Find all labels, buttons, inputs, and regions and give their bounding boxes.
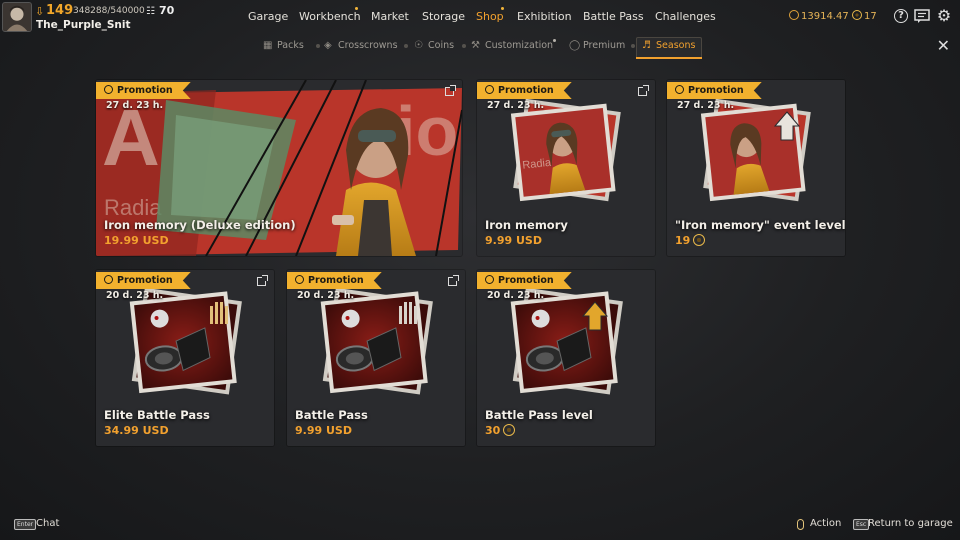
promotion-banner: Promotion xyxy=(477,82,572,99)
product-card-elite-battle-pass[interactable]: Promotion 20 d. 23 h. Elite Battle Pass … xyxy=(96,270,274,446)
coin-icon xyxy=(789,10,799,20)
premium-icon: ◯ xyxy=(569,40,581,51)
promotion-banner: Promotion xyxy=(96,82,191,99)
card-price: 34.99 USD xyxy=(104,424,169,437)
external-link-icon[interactable] xyxy=(638,85,649,96)
crosscrowns-icon: ◈ xyxy=(324,40,332,51)
tab-separator xyxy=(631,44,635,48)
help-icon[interactable]: ? xyxy=(894,9,908,23)
promotion-banner: Promotion xyxy=(667,82,762,99)
promotion-banner: Promotion xyxy=(287,272,382,289)
product-card-iron-memory-deluxe[interactable]: A io Radia Promotion 27 d. 23 h. Iron me… xyxy=(96,80,462,256)
nav-market[interactable]: Market xyxy=(371,10,409,23)
nav-garage[interactable]: Garage xyxy=(248,10,288,23)
card-price: 9.99 USD xyxy=(485,234,542,247)
nav-battle-pass[interactable]: Battle Pass xyxy=(583,10,644,23)
card-timer: 27 d. 23 h. xyxy=(106,100,164,111)
promotion-banner: Promotion xyxy=(477,272,572,289)
customization-icon: ⚒ xyxy=(471,40,480,51)
external-link-icon[interactable] xyxy=(445,85,456,96)
mouse-icon xyxy=(797,519,804,530)
stopwatch-icon xyxy=(104,275,113,284)
tab-coins[interactable]: ☉ Coins xyxy=(414,40,454,51)
card-timer: 27 d. 23 h. xyxy=(677,100,735,111)
prestige-icon: ☷ xyxy=(146,6,155,17)
nav-storage[interactable]: Storage xyxy=(422,10,465,23)
packs-icon: ▦ xyxy=(263,40,273,51)
return-to-garage-button[interactable]: Return to garage xyxy=(868,518,953,529)
svg-text:Radia: Radia xyxy=(104,195,162,220)
avatar[interactable] xyxy=(2,2,32,32)
tab-crosscrowns[interactable]: ◈ Crosscrowns xyxy=(324,40,398,51)
stopwatch-icon xyxy=(485,85,494,94)
tab-separator xyxy=(316,44,320,48)
nav-challenges[interactable]: Challenges xyxy=(655,10,716,23)
external-link-icon[interactable] xyxy=(257,275,268,286)
stopwatch-icon xyxy=(485,275,494,284)
card-title: Iron memory xyxy=(485,218,568,232)
chat-button[interactable]: Chat xyxy=(36,518,59,529)
card-price: 30 xyxy=(485,424,517,437)
tab-seasons[interactable]: ♬ Seasons xyxy=(642,40,695,51)
card-title: "Iron memory" event level xyxy=(675,218,845,232)
tab-premium[interactable]: ◯ Premium xyxy=(569,40,625,51)
badge-icon xyxy=(503,424,516,436)
nav-exhibition[interactable]: Exhibition xyxy=(517,10,572,23)
card-title: Battle Pass xyxy=(295,408,368,422)
nav-workbench-notify-dot xyxy=(355,7,358,10)
badge-icon xyxy=(852,10,862,20)
product-card-battle-pass-level[interactable]: Promotion 20 d. 23 h. Battle Pass level … xyxy=(477,270,655,446)
level-icon: ⇩ xyxy=(35,5,45,18)
stopwatch-icon xyxy=(295,275,304,284)
product-card-iron-memory-event-level[interactable]: Promotion 27 d. 23 h. "Iron memory" even… xyxy=(667,80,845,256)
player-level: 149 xyxy=(46,3,74,18)
shop-subtabs: ▦ Packs ◈ Crosscrowns ☉ Coins ⚒ Customizatio… xyxy=(0,36,960,59)
player-prestige: 70 xyxy=(159,4,175,17)
news-icon[interactable] xyxy=(914,8,930,24)
card-timer: 27 d. 23 h. xyxy=(487,100,545,111)
seasons-icon: ♬ xyxy=(642,40,651,51)
esc-key-icon: Esc xyxy=(853,519,870,530)
tab-customization-notify-dot xyxy=(553,39,556,42)
settings-icon[interactable]: ⚙ xyxy=(936,8,952,24)
promotion-banner: Promotion xyxy=(96,272,191,289)
close-icon[interactable]: ✕ xyxy=(937,38,950,54)
card-timer: 20 d. 23 h. xyxy=(297,290,355,301)
badges-balance[interactable]: 17 xyxy=(852,10,877,22)
coins-balance[interactable]: 13914.47 xyxy=(789,10,849,22)
external-link-icon[interactable] xyxy=(448,275,459,286)
enter-key-icon: Enter xyxy=(14,519,37,530)
nav-shop-notify-dot xyxy=(501,7,504,10)
stopwatch-icon xyxy=(104,85,113,94)
tab-packs[interactable]: ▦ Packs xyxy=(263,40,304,51)
tab-separator xyxy=(404,44,408,48)
product-card-battle-pass[interactable]: Promotion 20 d. 23 h. Battle Pass 9.99 U… xyxy=(287,270,465,446)
card-price: 19.99 USD xyxy=(104,234,169,247)
player-xp: 348288/540000 xyxy=(73,6,145,16)
card-title: Battle Pass level xyxy=(485,408,593,422)
card-title: Iron memory (Deluxe edition) xyxy=(104,218,296,232)
tab-seasons-underline xyxy=(636,57,702,59)
coins-icon: ☉ xyxy=(414,40,423,51)
player-username[interactable]: The_Purple_Snit xyxy=(36,19,131,31)
top-bar: ⇩ 149 348288/540000 ☷ 70 The_Purple_Snit… xyxy=(0,0,960,36)
tab-separator xyxy=(462,44,466,48)
nav-workbench[interactable]: Workbench xyxy=(299,10,361,23)
nav-shop[interactable]: Shop xyxy=(476,10,504,23)
tab-customization[interactable]: ⚒ Customization xyxy=(471,40,553,51)
badge-icon xyxy=(693,234,706,246)
card-timer: 20 d. 23 h. xyxy=(487,290,545,301)
product-card-iron-memory[interactable]: Ai Radia Promotion 27 d. 23 h. Iron memo… xyxy=(477,80,655,256)
card-timer: 20 d. 23 h. xyxy=(106,290,164,301)
action-hint: Action xyxy=(810,518,842,529)
card-title: Elite Battle Pass xyxy=(104,408,210,422)
card-price: 19 xyxy=(675,234,707,247)
stopwatch-icon xyxy=(675,85,684,94)
card-price: 9.99 USD xyxy=(295,424,352,437)
